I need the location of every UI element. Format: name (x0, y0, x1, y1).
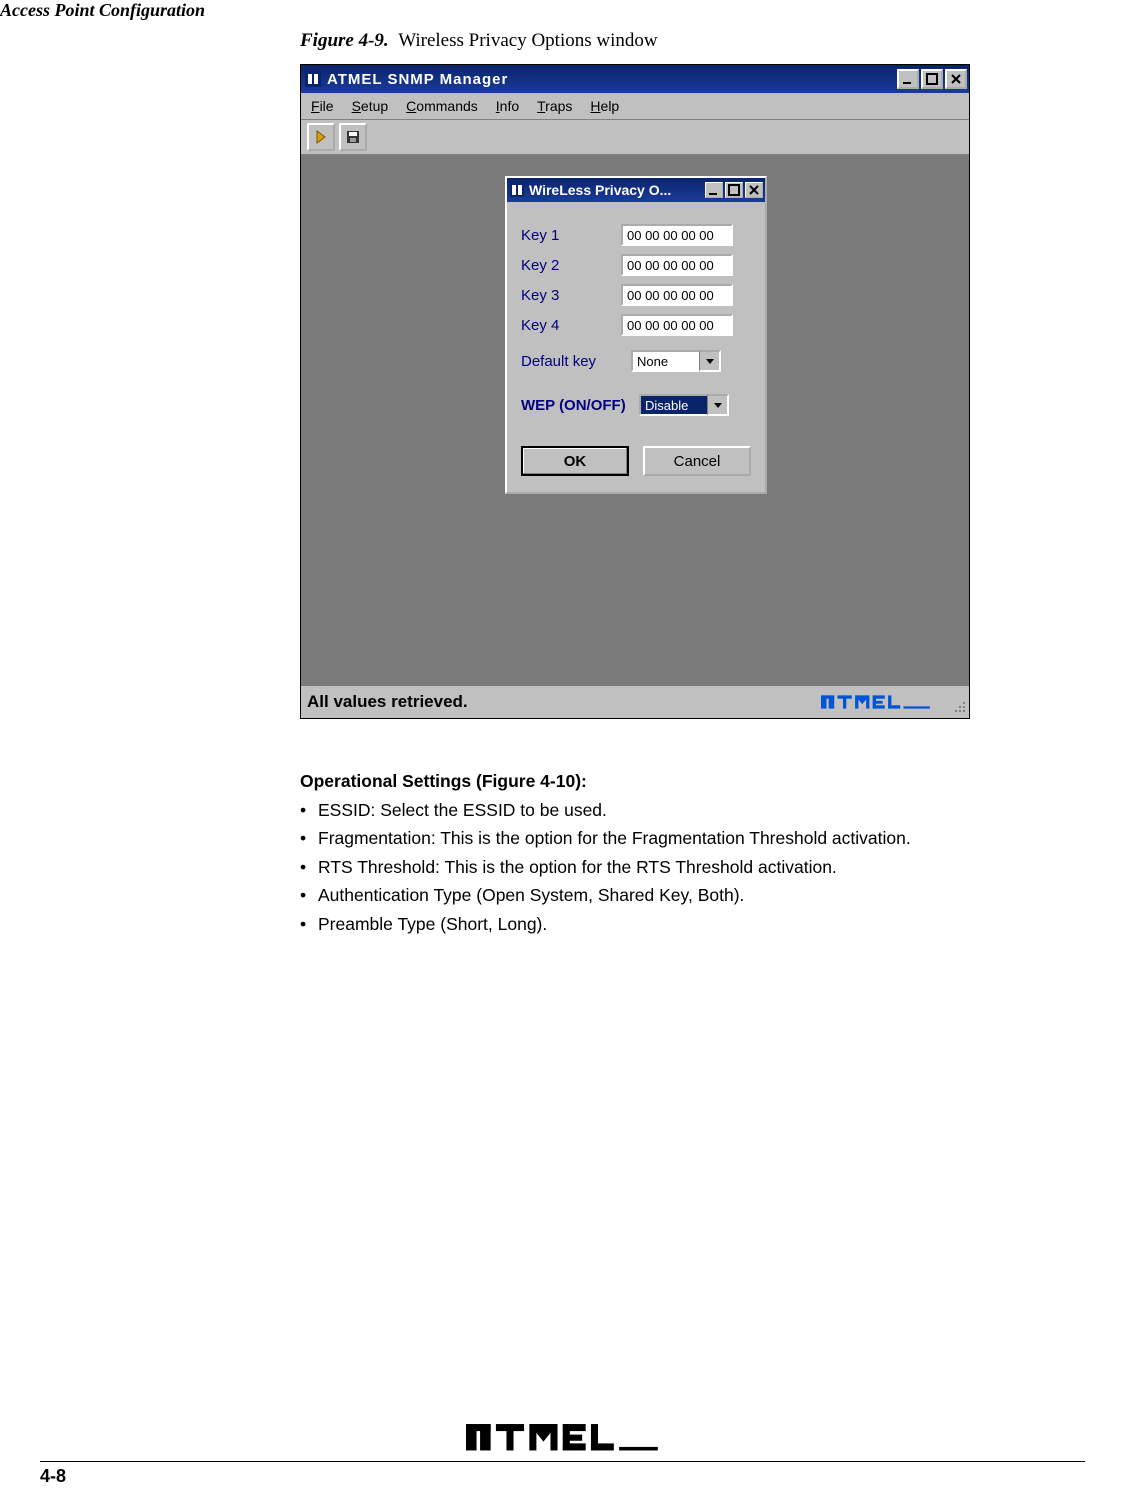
key1-label: Key 1 (521, 227, 621, 244)
list-item: ESSID: Select the ESSID to be used. (300, 798, 1020, 823)
key3-label: Key 3 (521, 287, 621, 304)
list-item: RTS Threshold: This is the option for th… (300, 855, 1020, 880)
key4-label: Key 4 (521, 317, 621, 334)
cancel-button-label: Cancel (674, 453, 721, 470)
menu-commands[interactable]: Commands (406, 98, 478, 114)
default-key-combo[interactable] (631, 350, 721, 372)
section-heading: Operational Settings (Figure 4-10): (300, 769, 1020, 794)
app-title: ATMEL SNMP Manager (327, 71, 897, 88)
dialog-close-button[interactable] (745, 182, 763, 198)
list-item: Fragmentation: This is the option for th… (300, 826, 1020, 851)
chevron-down-icon[interactable] (707, 394, 729, 416)
maximize-button[interactable] (921, 69, 943, 89)
menu-help[interactable]: Help (590, 98, 619, 114)
resize-grip-icon[interactable] (951, 688, 969, 716)
key3-input[interactable] (621, 284, 733, 306)
chevron-down-icon[interactable] (699, 350, 721, 372)
menu-info[interactable]: Info (496, 98, 519, 114)
privacy-options-dialog: WireLess Privacy O... (505, 176, 767, 494)
key2-label: Key 2 (521, 257, 621, 274)
body-text: Operational Settings (Figure 4-10): ESSI… (300, 769, 1020, 936)
ok-button-label: OK (564, 453, 587, 470)
default-key-value[interactable] (631, 350, 699, 372)
list-item: Authentication Type (Open System, Shared… (300, 883, 1020, 908)
menu-traps[interactable]: Traps (537, 98, 572, 114)
close-button[interactable] (945, 69, 967, 89)
status-text: All values retrieved. (307, 692, 821, 712)
wep-label: WEP (ON/OFF) (521, 397, 639, 414)
brand-logo (821, 688, 951, 716)
client-area: WireLess Privacy O... (301, 156, 969, 686)
toolbar-save-button[interactable] (339, 123, 367, 151)
menu-setup[interactable]: Setup (352, 98, 389, 114)
dialog-icon (510, 183, 524, 197)
page-number: 4-8 (40, 1466, 100, 1487)
key2-input[interactable] (621, 254, 733, 276)
app-icon (305, 71, 321, 87)
app-titlebar: ATMEL SNMP Manager (301, 65, 969, 93)
toolbar (301, 120, 969, 156)
toolbar-connect-button[interactable] (307, 123, 335, 151)
statusbar: All values retrieved. (301, 686, 969, 718)
default-key-label: Default key (521, 353, 631, 370)
dialog-title: WireLess Privacy O... (529, 182, 705, 198)
figure-label: Figure 4-9. (300, 30, 389, 51)
footer: . (0, 1417, 1125, 1487)
key4-input[interactable] (621, 314, 733, 336)
figure-caption: Figure 4-9. Wireless Privacy Options win… (300, 30, 1085, 52)
ok-button[interactable]: OK (521, 446, 629, 476)
key1-input[interactable] (621, 224, 733, 246)
menu-file[interactable]: File (311, 98, 334, 114)
menubar: File Setup Commands Info Traps Help (301, 93, 969, 120)
figure-caption-text: Wireless Privacy Options window (398, 30, 657, 51)
footer-logo (100, 1417, 1025, 1461)
app-window: ATMEL SNMP Manager File Setup C (300, 64, 970, 719)
list-item: Preamble Type (Short, Long). (300, 912, 1020, 937)
dialog-maximize-button[interactable] (725, 182, 743, 198)
running-header: Access Point Configuration (0, 0, 205, 21)
dialog-minimize-button[interactable] (705, 182, 723, 198)
wep-value[interactable] (639, 394, 707, 416)
cancel-button[interactable]: Cancel (643, 446, 751, 476)
wep-combo[interactable] (639, 394, 739, 416)
dialog-titlebar: WireLess Privacy O... (507, 178, 765, 202)
minimize-button[interactable] (897, 69, 919, 89)
